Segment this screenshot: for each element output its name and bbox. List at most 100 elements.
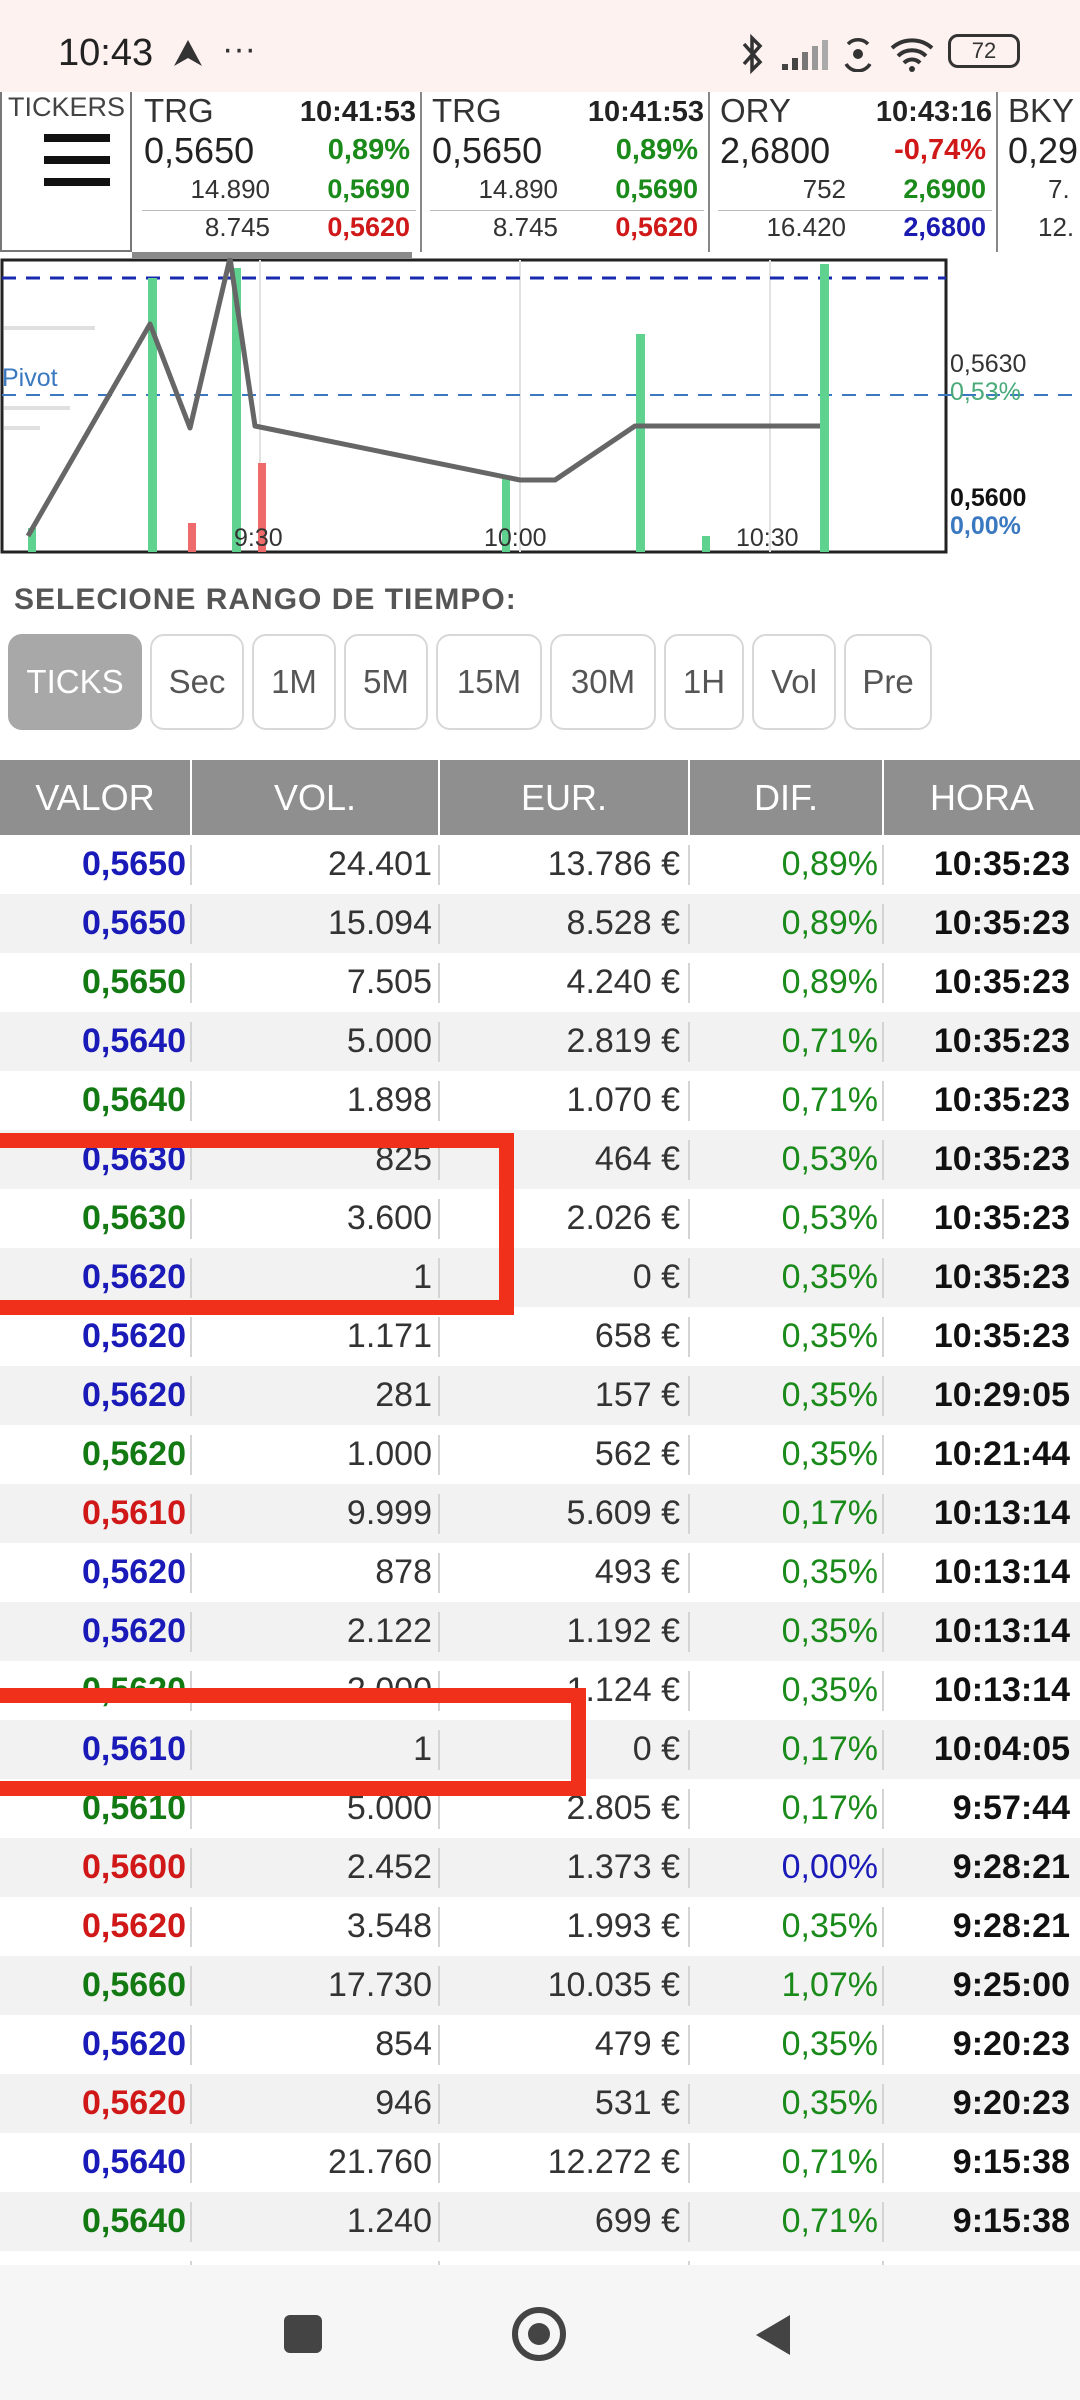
column-header-hora[interactable]: HORA	[884, 760, 1080, 835]
ticker-card[interactable]: BKY 0,29 7. 12.	[998, 92, 1080, 252]
column-divider	[190, 2143, 192, 2183]
column-divider	[190, 1848, 192, 1888]
ticker-high: 0,5690	[615, 174, 698, 204]
range-button-ticks[interactable]: TICKS	[8, 634, 142, 730]
cell-euros: 562 €	[594, 1435, 680, 1473]
navigation-arrow-icon	[174, 40, 202, 66]
cell-valor: 0,5640	[82, 1022, 186, 1060]
ticker-symbol: TRG	[144, 92, 214, 129]
range-button-15m[interactable]: 15M	[436, 634, 542, 730]
table-row[interactable]: 0,5620 946 531 € 0,35% 9:20:23	[0, 2074, 1080, 2133]
column-divider	[688, 1199, 690, 1239]
cell-valor: 0,5620	[82, 1612, 186, 1650]
axis-pct-upper: 0,53%	[950, 378, 1021, 406]
cell-diff: 0,35%	[781, 1671, 878, 1709]
ticker-low: 2,6800	[903, 212, 986, 242]
cell-volume: 281	[375, 1376, 432, 1414]
ticker-volume-2: 16.420	[766, 212, 846, 242]
table-row[interactable]: 0,5640 21.760 12.272 € 0,71% 9:15:38	[0, 2133, 1080, 2192]
table-row[interactable]: 0,5640 1.240 699 € 0,71% 9:15:38	[0, 2192, 1080, 2251]
table-row[interactable]: 0,5620 1.171 658 € 0,35% 10:35:23	[0, 1307, 1080, 1366]
table-row[interactable]: 0,5650 24.401 13.786 € 0,89% 10:35:23	[0, 835, 1080, 894]
menu-button[interactable]: TICKERS	[0, 92, 132, 252]
column-divider	[438, 2084, 440, 2124]
home-circle-icon[interactable]	[512, 2307, 566, 2361]
cell-time: 9:25:00	[952, 1966, 1070, 2004]
column-divider	[190, 1966, 192, 2006]
highlight-box	[0, 1688, 586, 1796]
table-row[interactable]: 0,5650 7.505 4.240 € 0,89% 10:35:23	[0, 953, 1080, 1012]
column-divider	[882, 2202, 884, 2242]
table-row[interactable]: 0,5660 17.730 10.035 € 1,07% 9:25:00	[0, 1956, 1080, 2015]
trades-table[interactable]: 0,5650 24.401 13.786 € 0,89% 10:35:23 0,5650 1…	[0, 835, 1080, 2265]
cell-diff: 0,53%	[781, 1199, 878, 1237]
x-tick-label: 9:30	[234, 524, 283, 552]
column-divider	[190, 1081, 192, 1121]
ticker-symbol: TRG	[432, 92, 502, 129]
table-row[interactable]: 0,5620 1.000 562 € 0,35% 10:21:44	[0, 1425, 1080, 1484]
cell-euros: 13.786 €	[547, 845, 680, 883]
cell-valor: 0,5660	[82, 1966, 186, 2004]
column-divider	[438, 1907, 440, 1947]
table-row[interactable]: 0,5620 854 479 € 0,35% 9:20:23	[0, 2015, 1080, 2074]
cell-time: 10:35:23	[933, 963, 1070, 1001]
column-divider	[688, 2025, 690, 2065]
back-triangle-icon[interactable]	[752, 2311, 796, 2359]
column-divider	[688, 1317, 690, 1357]
table-row[interactable]: 0,5620 281 157 € 0,35% 10:29:05	[0, 1366, 1080, 1425]
column-divider	[438, 1848, 440, 1888]
range-button-pre[interactable]: Pre	[844, 634, 932, 730]
ticker-change: -0,74%	[894, 134, 986, 166]
ticker-card[interactable]: ORY 10:43:16 2,6800 -0,74% 752 2,6900 16…	[710, 92, 998, 252]
range-button-30m[interactable]: 30M	[550, 634, 656, 730]
column-header-vol[interactable]: VOL.	[192, 760, 440, 835]
ticker-price: 0,5650	[144, 130, 255, 171]
cell-diff: 0,35%	[781, 1317, 878, 1355]
column-divider	[688, 1730, 690, 1770]
table-row[interactable]: 0,5630900506 €0,53%9:01:11	[0, 2251, 1080, 2265]
column-header-eur[interactable]: EUR.	[440, 760, 690, 835]
table-row[interactable]: 0,5640 5.000 2.819 € 0,71% 10:35:23	[0, 1012, 1080, 1071]
ticker-card[interactable]: TRG 10:41:53 0,5650 0,89% 14.890 0,5690 …	[422, 92, 710, 252]
ticker-volume-1: 14.890	[190, 174, 270, 204]
cell-diff: 0,35%	[781, 2025, 878, 2063]
table-row[interactable]: 0,5620 878 493 € 0,35% 10:13:14	[0, 1543, 1080, 1602]
cell-volume: 5.000	[346, 1022, 432, 1060]
cell-time: 9:20:23	[952, 2025, 1070, 2063]
ticker-volume-1: 7.	[1048, 174, 1070, 204]
tickers-label: TICKERS	[8, 92, 126, 122]
axis-price-lower: 0,5600	[950, 484, 1027, 512]
cell-valor: 0,5620	[82, 1435, 186, 1473]
table-row[interactable]: 0,5620 3.548 1.993 € 0,35% 9:28:21	[0, 1897, 1080, 1956]
range-button-1h[interactable]: 1H	[664, 634, 744, 730]
range-button-5m[interactable]: 5M	[344, 634, 428, 730]
cell-valor: 0,5620	[82, 1907, 186, 1945]
column-divider	[438, 1376, 440, 1416]
cell-euros: 10.035 €	[547, 1966, 680, 2004]
column-header-dif[interactable]: DIF.	[690, 760, 884, 835]
cell-euros: 4.240 €	[566, 963, 680, 1001]
cell-volume: 1.171	[346, 1317, 432, 1355]
column-divider	[688, 845, 690, 885]
column-divider	[438, 1081, 440, 1121]
range-button-sec[interactable]: Sec	[150, 634, 244, 730]
ticker-high: 2,6900	[903, 174, 986, 204]
table-row[interactable]: 0,5650 15.094 8.528 € 0,89% 10:35:23	[0, 894, 1080, 953]
cell-diff: 0,89%	[781, 845, 878, 883]
ticker-volume-1: 752	[802, 174, 846, 204]
column-divider	[688, 1848, 690, 1888]
ticker-card[interactable]: TRG 10:41:53 0,5650 0,89% 14.890 0,5690 …	[134, 92, 422, 252]
cell-valor: 0,5650	[82, 963, 186, 1001]
cell-diff: 0,71%	[781, 1081, 878, 1119]
cell-diff: 0,71%	[781, 2202, 878, 2240]
cell-volume: 9.999	[346, 1494, 432, 1532]
recents-square-icon[interactable]	[284, 2315, 322, 2353]
table-row[interactable]: 0,5600 2.452 1.373 € 0,00% 9:28:21	[0, 1838, 1080, 1897]
range-button-vol[interactable]: Vol	[752, 634, 836, 730]
range-button-1m[interactable]: 1M	[252, 634, 336, 730]
table-row[interactable]: 0,5640 1.898 1.070 € 0,71% 10:35:23	[0, 1071, 1080, 1130]
column-header-valor[interactable]: VALOR	[0, 760, 192, 835]
table-row[interactable]: 0,5620 2.122 1.192 € 0,35% 10:13:14	[0, 1602, 1080, 1661]
cell-time: 9:15:38	[952, 2202, 1070, 2240]
table-row[interactable]: 0,5610 9.999 5.609 € 0,17% 10:13:14	[0, 1484, 1080, 1543]
